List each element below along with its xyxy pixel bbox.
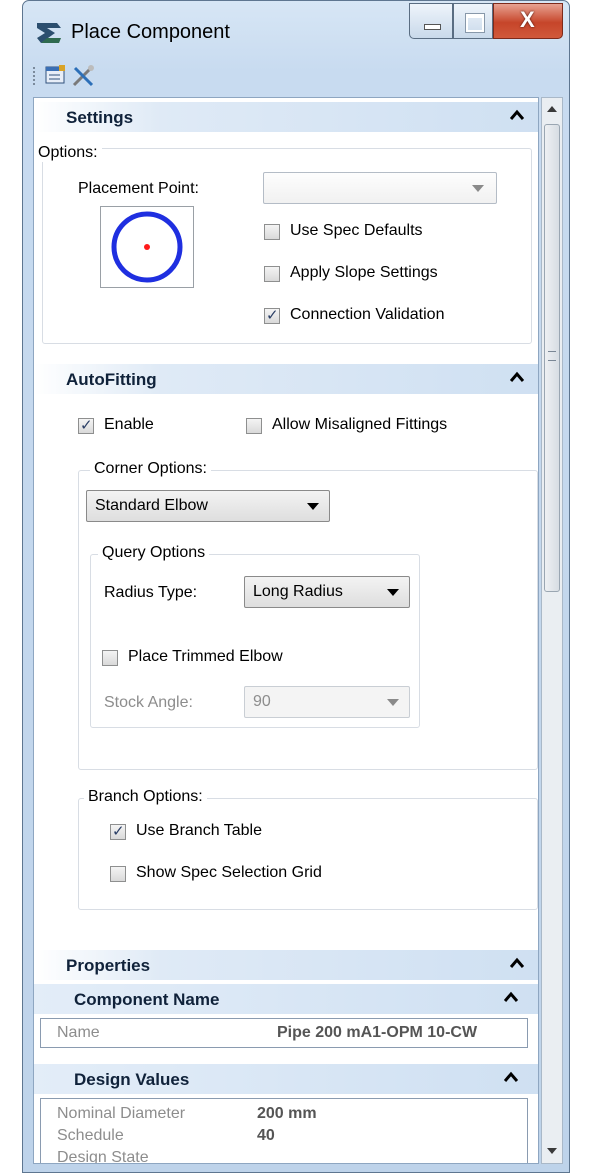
- query-options-label: Query Options: [98, 544, 210, 562]
- enable-checkbox[interactable]: ✓: [78, 417, 94, 434]
- window-title: Place Component: [71, 21, 230, 43]
- allow-misaligned-checkbox[interactable]: [246, 418, 262, 434]
- settings-section-header[interactable]: Settings: [34, 102, 538, 132]
- scroll-up-icon[interactable]: [546, 104, 558, 114]
- connection-validation-checkbox[interactable]: ✓: [264, 307, 280, 324]
- placement-circle-icon: [111, 211, 183, 283]
- schedule-label: Schedule: [57, 1127, 124, 1144]
- settings-title: Settings: [66, 108, 134, 127]
- radius-type-label: Radius Type:: [104, 584, 198, 601]
- collapse-chevron-icon[interactable]: [510, 108, 524, 122]
- stock-angle-value: 90: [253, 693, 271, 710]
- design-state-label: Design State: [57, 1149, 149, 1164]
- autofitting-title: AutoFitting: [66, 370, 157, 389]
- corner-options-label: Corner Options:: [90, 460, 211, 478]
- minimize-icon: [424, 24, 441, 30]
- maximize-icon: [465, 13, 485, 33]
- vertical-scrollbar[interactable]: [541, 97, 563, 1164]
- branch-options-label: Branch Options:: [84, 788, 207, 806]
- stock-angle-label: Stock Angle:: [104, 694, 193, 711]
- properties-icon[interactable]: [45, 65, 67, 85]
- placement-point-dropdown[interactable]: [263, 172, 497, 204]
- radius-type-value: Long Radius: [253, 583, 343, 600]
- enable-label: Enable: [104, 416, 154, 433]
- show-spec-grid-label: Show Spec Selection Grid: [136, 864, 322, 881]
- minimize-button[interactable]: [409, 3, 453, 39]
- collapse-chevron-icon[interactable]: [510, 370, 524, 384]
- place-trimmed-elbow-checkbox[interactable]: [102, 650, 118, 666]
- nominal-diameter-value[interactable]: 200 mm: [257, 1105, 317, 1123]
- use-branch-table-label: Use Branch Table: [136, 822, 262, 839]
- corner-type-dropdown[interactable]: Standard Elbow: [86, 490, 330, 522]
- title-bar[interactable]: Place Component X: [23, 1, 569, 59]
- use-spec-defaults-label: Use Spec Defaults: [290, 222, 423, 239]
- branch-options-group: [78, 798, 538, 910]
- collapse-chevron-icon[interactable]: [510, 956, 524, 970]
- thumb-grip-icon: [548, 351, 556, 361]
- component-name-label: Name: [57, 1024, 100, 1041]
- properties-section-header[interactable]: Properties: [34, 950, 538, 980]
- design-values-table: Nominal Diameter 200 mm Schedule 40 Desi…: [40, 1098, 528, 1164]
- component-name-title: Component Name: [74, 990, 220, 1009]
- apply-slope-settings-label: Apply Slope Settings: [290, 264, 438, 281]
- collapse-chevron-icon[interactable]: [504, 1070, 518, 1084]
- connection-validation-label: Connection Validation: [290, 306, 445, 323]
- options-label: Options:: [38, 144, 102, 162]
- component-name-row: Name Pipe 200 mA1-OPM 10-CW: [40, 1018, 528, 1048]
- stock-angle-dropdown[interactable]: 90: [244, 686, 410, 718]
- properties-title: Properties: [66, 956, 151, 975]
- show-spec-grid-checkbox[interactable]: [110, 866, 126, 882]
- scroll-down-icon[interactable]: [546, 1146, 558, 1156]
- placement-point-preview[interactable]: [100, 206, 194, 288]
- nominal-diameter-label: Nominal Diameter: [57, 1105, 186, 1122]
- place-component-window: Place Component X Settings Options: Plac…: [22, 0, 570, 1173]
- app-logo-icon: [37, 23, 61, 43]
- design-values-title: Design Values: [74, 1070, 190, 1089]
- maximize-button[interactable]: [453, 3, 493, 39]
- chevron-down-icon: [387, 699, 399, 706]
- collapse-chevron-icon[interactable]: [504, 990, 518, 1004]
- allow-misaligned-label: Allow Misaligned Fittings: [272, 416, 448, 433]
- component-name-header[interactable]: Component Name: [34, 984, 538, 1014]
- place-trimmed-elbow-label: Place Trimmed Elbow: [128, 648, 283, 665]
- chevron-down-icon: [472, 185, 484, 192]
- component-name-value[interactable]: Pipe 200 mA1-OPM 10-CW: [277, 1024, 527, 1042]
- tools-icon[interactable]: [71, 64, 95, 88]
- apply-slope-settings-checkbox[interactable]: [264, 266, 280, 282]
- toolbar-grip: [33, 67, 38, 85]
- chevron-down-icon: [387, 589, 399, 596]
- close-button[interactable]: X: [493, 3, 563, 39]
- toolbar: [33, 61, 561, 91]
- schedule-value[interactable]: 40: [257, 1127, 275, 1145]
- scroll-thumb[interactable]: [544, 124, 560, 592]
- autofitting-section-header[interactable]: AutoFitting: [34, 364, 538, 394]
- checkmark-icon: ✓: [266, 307, 279, 324]
- use-branch-table-checkbox[interactable]: ✓: [110, 823, 126, 840]
- content-panel: Settings Options: Placement Point: Use S…: [33, 97, 539, 1164]
- corner-type-value: Standard Elbow: [95, 497, 208, 514]
- placement-point-label: Placement Point:: [78, 180, 199, 197]
- checkmark-icon: ✓: [112, 823, 125, 840]
- design-values-header[interactable]: Design Values: [34, 1064, 538, 1094]
- use-spec-defaults-checkbox[interactable]: [264, 224, 280, 240]
- radius-type-dropdown[interactable]: Long Radius: [244, 576, 410, 608]
- close-icon: X: [520, 7, 535, 32]
- checkmark-icon: ✓: [80, 417, 93, 434]
- chevron-down-icon: [307, 503, 319, 510]
